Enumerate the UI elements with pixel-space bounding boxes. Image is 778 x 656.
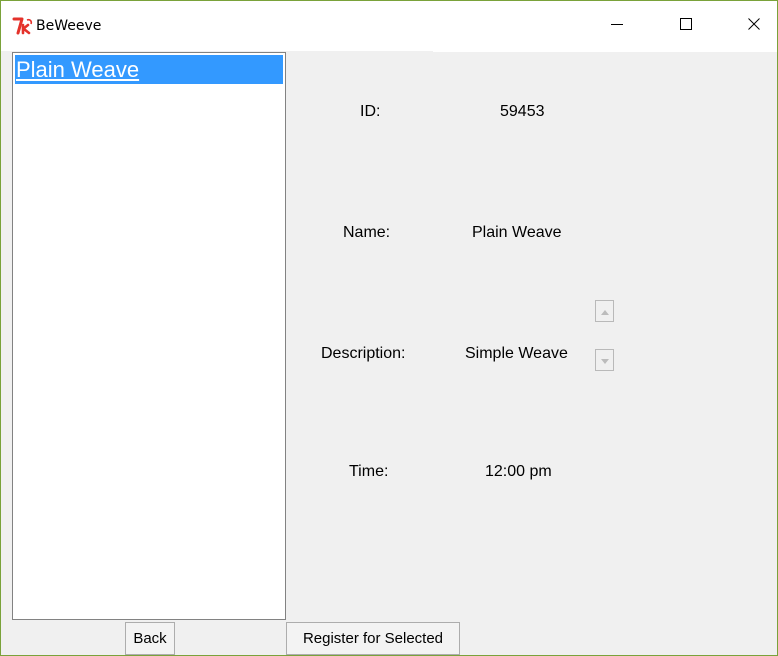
weave-listbox[interactable]: Plain Weave xyxy=(12,52,286,620)
description-scroll-down-button[interactable] xyxy=(595,349,614,371)
app-window: BeWeeve Plain Weave ID: 59453 Name: Plai… xyxy=(0,0,778,656)
arrow-up-icon xyxy=(600,302,609,320)
list-item[interactable]: Plain Weave xyxy=(15,55,283,84)
close-button[interactable] xyxy=(731,1,777,51)
window-title: BeWeeve xyxy=(36,18,102,34)
description-label: Description: xyxy=(321,345,406,362)
register-for-selected-button[interactable]: Register for Selected xyxy=(286,622,460,655)
id-value: 59453 xyxy=(500,103,545,120)
name-value: Plain Weave xyxy=(472,224,562,241)
minimize-button[interactable] xyxy=(594,1,640,51)
tk-feather-icon xyxy=(12,16,34,36)
minimize-icon xyxy=(611,17,623,35)
back-button[interactable]: Back xyxy=(125,622,175,655)
description-scroll-up-button[interactable] xyxy=(595,300,614,322)
title-bar[interactable]: BeWeeve xyxy=(1,1,777,51)
time-value: 12:00 pm xyxy=(485,463,552,480)
maximize-icon xyxy=(680,17,692,35)
description-value: Simple Weave xyxy=(465,345,568,362)
name-label: Name: xyxy=(343,224,391,241)
divider xyxy=(433,51,777,52)
maximize-button[interactable] xyxy=(663,1,709,51)
time-label: Time: xyxy=(349,463,389,480)
close-icon xyxy=(748,17,760,35)
id-label: ID: xyxy=(360,103,381,120)
arrow-down-icon xyxy=(600,351,609,369)
